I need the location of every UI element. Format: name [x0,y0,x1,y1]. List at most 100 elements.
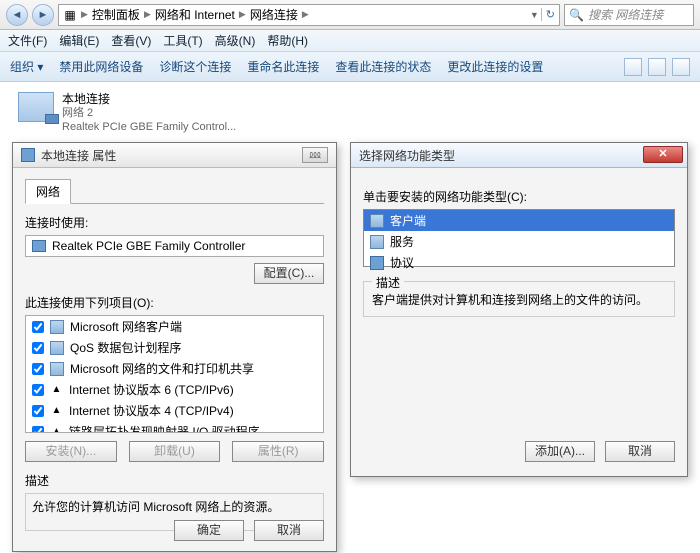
type-option-service[interactable]: 服务 [364,231,674,252]
menu-file[interactable]: 文件(F) [8,32,47,49]
uninstall-button[interactable]: 卸载(U) [129,441,221,462]
list-item: Microsoft 网络客户端 [26,316,323,337]
description-label: 描述 [25,472,324,489]
item-checkbox[interactable] [32,321,44,333]
list-item: ▲ Internet 协议版本 4 (TCP/IPv4) [26,400,323,421]
list-item: ▲ Internet 协议版本 6 (TCP/IPv6) [26,379,323,400]
service-icon [370,235,384,249]
add-button[interactable]: 添加(A)... [525,441,595,462]
menu-edit[interactable]: 编辑(E) [59,32,99,49]
change-settings-button[interactable]: 更改此连接的设置 [447,58,543,75]
refresh-icon[interactable]: ↻ [541,8,555,21]
protocol-icon [370,256,384,270]
chevron-right-icon: ▶ [144,9,151,20]
description-label: 描述 [372,274,404,291]
item-label: 链路层拓扑发现映射器 I/O 驱动程序 [69,423,260,433]
preview-pane-icon[interactable] [648,58,666,76]
item-properties-button[interactable]: 属性(R) [232,441,324,462]
search-icon: 🔍 [569,8,584,22]
type-option-protocol[interactable]: 协议 [364,252,674,273]
option-label: 客户端 [390,212,426,229]
option-label: 协议 [390,254,414,271]
protocol-icon: ▲ [50,425,63,433]
chevron-right-icon: ▶ [302,9,309,20]
list-item: QoS 数据包计划程序 [26,337,323,358]
service-icon [50,341,64,355]
nic-icon [32,240,46,252]
view-status-button[interactable]: 查看此连接的状态 [335,58,431,75]
tab-network[interactable]: 网络 [25,179,71,204]
address-bar: ◄ ► ▦ ▶ 控制面板 ▶ 网络和 Internet ▶ 网络连接 ▶ ▼ ↻… [0,0,700,30]
toolbar: 组织 ▾ 禁用此网络设备 诊断这个连接 重命名此连接 查看此连接的状态 更改此连… [0,52,700,82]
item-label: QoS 数据包计划程序 [70,339,181,356]
description-group: 描述 客户端提供对计算机和连接到网络上的文件的访问。 [363,281,675,317]
dialog-title: 本地连接 属性 [41,147,116,164]
forward-button[interactable]: ► [32,4,54,26]
help-icon[interactable] [672,58,690,76]
item-label: Internet 协议版本 4 (TCP/IPv4) [69,402,234,419]
diagnose-button[interactable]: 诊断这个连接 [159,58,231,75]
type-list[interactable]: 客户端 服务 协议 [363,209,675,267]
item-checkbox[interactable] [32,342,44,354]
items-label: 此连接使用下列项目(O): [25,294,324,311]
ok-button[interactable]: 确定 [174,520,244,541]
item-checkbox[interactable] [32,405,44,417]
type-option-client[interactable]: 客户端 [364,210,674,231]
menu-tools[interactable]: 工具(T) [163,32,202,49]
disable-device-button[interactable]: 禁用此网络设备 [59,58,143,75]
network-items-list[interactable]: Microsoft 网络客户端 QoS 数据包计划程序 Microsoft 网络… [25,315,324,433]
protocol-icon: ▲ [50,383,63,396]
search-placeholder: 搜索 网络连接 [588,6,663,23]
cancel-button[interactable]: 取消 [254,520,324,541]
option-label: 服务 [390,233,414,250]
item-label: Microsoft 网络客户端 [70,318,182,335]
configure-button[interactable]: 配置(C)... [254,263,324,284]
network-adapter-icon [18,92,54,122]
connection-network: 网络 2 [62,106,236,120]
rename-button[interactable]: 重命名此连接 [247,58,319,75]
connection-name: 本地连接 [62,92,236,106]
list-item: Microsoft 网络的文件和打印机共享 [26,358,323,379]
connection-item[interactable]: 本地连接 网络 2 Realtek PCIe GBE Family Contro… [18,92,288,134]
connect-using-label: 连接时使用: [25,214,324,231]
client-icon [50,320,64,334]
properties-dialog: 本地连接 属性 ⅏ 网络 连接时使用: Realtek PCIe GBE Fam… [12,142,337,552]
dropdown-icon[interactable]: ▼ [530,10,539,20]
select-type-label: 单击要安装的网络功能类型(C): [363,188,675,205]
menu-bar: 文件(F) 编辑(E) 查看(V) 工具(T) 高级(N) 帮助(H) [0,30,700,52]
menu-view[interactable]: 查看(V) [111,32,151,49]
search-input[interactable]: 🔍 搜索 网络连接 [564,4,694,26]
list-item: ▲ 链路层拓扑发现映射器 I/O 驱动程序 [26,421,323,433]
menu-help[interactable]: 帮助(H) [267,32,308,49]
view-icon[interactable] [624,58,642,76]
close-button[interactable]: ✕ [643,146,683,163]
help-button[interactable]: ⅏ [302,147,328,163]
crumb-network-internet[interactable]: 网络和 Internet [155,6,235,23]
item-checkbox[interactable] [32,426,44,434]
breadcrumb[interactable]: ▦ ▶ 控制面板 ▶ 网络和 Internet ▶ 网络连接 ▶ ▼ ↻ [58,4,560,26]
chevron-right-icon: ▶ [239,9,246,20]
dialog-titlebar[interactable]: 本地连接 属性 ⅏ [13,143,336,168]
connection-adapter: Realtek PCIe GBE Family Control... [62,120,236,134]
adapter-field: Realtek PCIe GBE Family Controller [25,235,324,257]
description-text: 客户端提供对计算机和连接到网络上的文件的访问。 [372,292,666,308]
item-label: Internet 协议版本 6 (TCP/IPv6) [69,381,234,398]
service-icon [50,362,64,376]
crumb-control-panel[interactable]: 控制面板 [92,6,140,23]
install-button[interactable]: 安装(N)... [25,441,117,462]
dialog-title: 选择网络功能类型 [359,147,455,164]
item-checkbox[interactable] [32,384,44,396]
control-panel-icon: ▦ [63,8,77,22]
organize-button[interactable]: 组织 ▾ [10,58,43,75]
protocol-icon: ▲ [50,404,63,417]
crumb-network-connections[interactable]: 网络连接 [250,6,298,23]
item-checkbox[interactable] [32,363,44,375]
back-button[interactable]: ◄ [6,4,28,26]
item-label: Microsoft 网络的文件和打印机共享 [70,360,254,377]
chevron-right-icon: ▶ [81,9,88,20]
dialog-titlebar[interactable]: 选择网络功能类型 ✕ [351,143,687,168]
network-icon [21,148,35,162]
cancel-button[interactable]: 取消 [605,441,675,462]
client-icon [370,214,384,228]
menu-advanced[interactable]: 高级(N) [215,32,256,49]
